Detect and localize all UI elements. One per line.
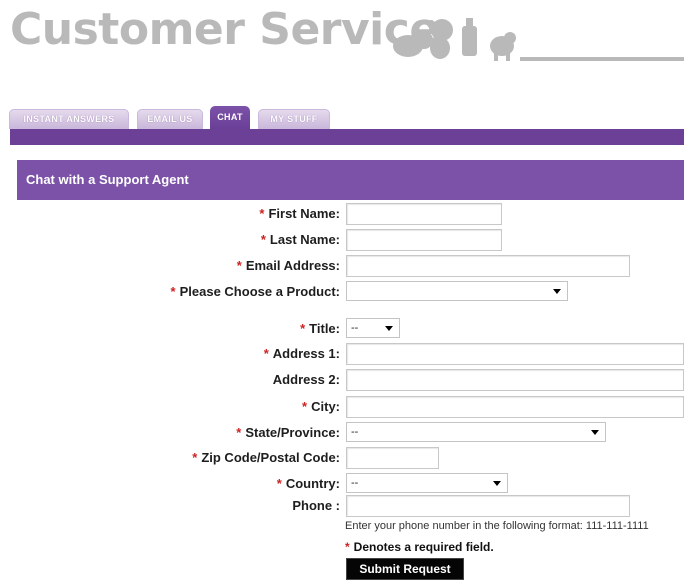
city-field[interactable] [346, 396, 684, 418]
tab-chat[interactable]: CHAT [210, 106, 250, 129]
required-mark: * [259, 206, 265, 221]
required-mark: * [192, 450, 198, 465]
country-label: * Country: [276, 476, 340, 491]
zip-label: * Zip Code/Postal Code: [192, 450, 340, 465]
address1-field[interactable] [346, 343, 684, 365]
required-field-note: * Denotes a required field. [345, 540, 494, 554]
address1-label: * Address 1: [263, 346, 340, 361]
row-product: * Please Choose a Product: [0, 281, 684, 303]
tab-my-stuff[interactable]: MY STUFF [258, 109, 330, 129]
row-state: * State/Province: -- [0, 422, 684, 444]
tab-instant-answers[interactable]: INSTANT ANSWERS [9, 109, 129, 129]
address2-field[interactable] [346, 369, 684, 391]
header-rule [520, 57, 684, 61]
row-zip: * Zip Code/Postal Code: [0, 447, 684, 469]
state-select[interactable]: -- [346, 422, 606, 442]
phone-field[interactable] [346, 495, 630, 517]
city-label: * City: [302, 399, 340, 414]
row-title: * Title: -- [0, 318, 684, 340]
required-mark: * [300, 321, 306, 336]
row-first-name: * First Name: [0, 203, 684, 225]
required-mark: * [345, 540, 350, 554]
product-select[interactable] [346, 281, 568, 301]
required-mark: * [236, 258, 242, 273]
first-name-field[interactable] [346, 203, 502, 225]
phone-format-hint: Enter your phone number in the following… [345, 520, 649, 532]
row-address2: Address 2: [0, 369, 684, 391]
tab-bar [10, 129, 684, 145]
required-mark: * [302, 399, 308, 414]
row-address1: * Address 1: [0, 343, 684, 365]
panel-title: Chat with a Support Agent [17, 160, 684, 200]
row-email: * Email Address: [0, 255, 684, 277]
chevron-down-icon [553, 289, 561, 294]
address2-label: Address 2: [272, 372, 340, 387]
title-label: * Title: [300, 321, 340, 336]
email-label: * Email Address: [236, 258, 340, 273]
state-label: * State/Province: [236, 425, 340, 440]
required-mark: * [276, 476, 282, 491]
required-mark: * [170, 284, 176, 299]
chevron-down-icon [591, 430, 599, 435]
mascot-icons [393, 18, 516, 61]
country-select[interactable]: -- [346, 473, 508, 493]
first-name-label: * First Name: [259, 206, 340, 221]
chevron-down-icon [385, 326, 393, 331]
tab-email-us[interactable]: EMAIL US [137, 109, 203, 129]
zip-field[interactable] [346, 447, 439, 469]
row-phone: Phone : [0, 495, 684, 517]
page-title: Customer Service [10, 4, 439, 55]
required-mark: * [263, 346, 269, 361]
last-name-label: * Last Name: [260, 232, 340, 247]
product-label: * Please Choose a Product: [170, 284, 340, 299]
last-name-field[interactable] [346, 229, 502, 251]
submit-request-button[interactable]: Submit Request [346, 558, 464, 580]
row-city: * City: [0, 396, 684, 418]
required-mark: * [260, 232, 266, 247]
row-last-name: * Last Name: [0, 229, 684, 251]
chevron-down-icon [493, 481, 501, 486]
required-mark: * [236, 425, 242, 440]
phone-label: Phone : [292, 498, 340, 513]
row-country: * Country: -- [0, 473, 684, 495]
email-field[interactable] [346, 255, 630, 277]
title-select[interactable]: -- [346, 318, 400, 338]
